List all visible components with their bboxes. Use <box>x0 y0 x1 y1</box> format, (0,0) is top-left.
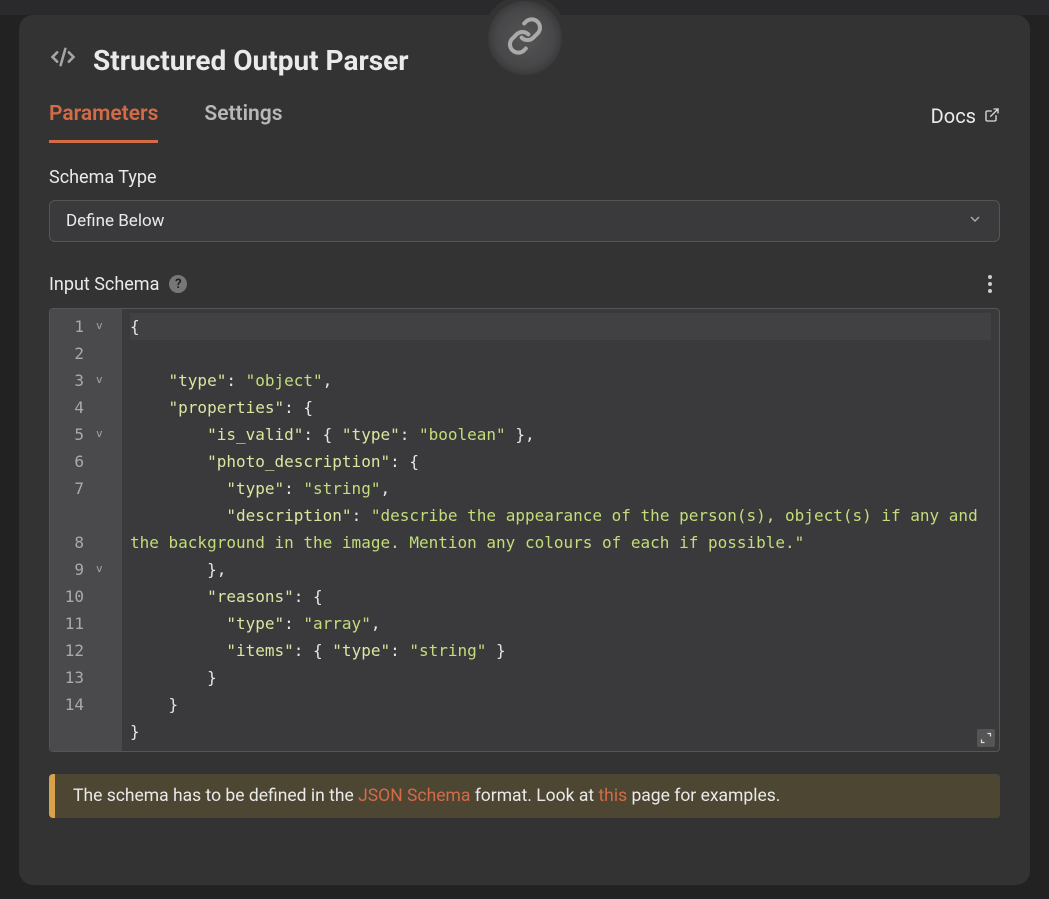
tab-parameters[interactable]: Parameters <box>49 88 158 143</box>
schema-type-label: Schema Type <box>49 167 1000 188</box>
editor-gutter: 1234567891011121314 <box>50 309 90 751</box>
json-schema-link[interactable]: JSON Schema <box>358 786 470 806</box>
schema-tip: The schema has to be defined in the JSON… <box>49 774 1000 818</box>
schema-type-value: Define Below <box>66 211 164 231</box>
docs-link[interactable]: Docs <box>931 104 1000 128</box>
schema-type-dropdown[interactable]: Define Below <box>49 200 1000 242</box>
examples-link[interactable]: this <box>598 786 627 806</box>
expand-editor-button[interactable] <box>977 729 995 747</box>
link-icon <box>505 16 545 60</box>
schema-options-button[interactable] <box>980 272 1000 296</box>
external-link-icon <box>984 104 1000 128</box>
editor-content[interactable]: { "type": "object", "properties": { "is_… <box>122 309 999 751</box>
chevron-down-icon <box>967 211 983 232</box>
expand-icon <box>980 725 992 752</box>
input-schema-label: Input Schema ? <box>49 274 187 295</box>
editor-fold-column[interactable]: vvvv <box>90 309 122 751</box>
code-icon <box>49 43 77 78</box>
code-editor[interactable]: 1234567891011121314 vvvv { "type": "obje… <box>49 308 1000 752</box>
tab-settings[interactable]: Settings <box>204 88 282 143</box>
docs-label: Docs <box>931 104 976 128</box>
panel-title-text: Structured Output Parser <box>93 44 408 77</box>
help-icon[interactable]: ? <box>169 275 187 293</box>
node-config-panel: Structured Output Parser Parameters Sett… <box>19 15 1030 885</box>
